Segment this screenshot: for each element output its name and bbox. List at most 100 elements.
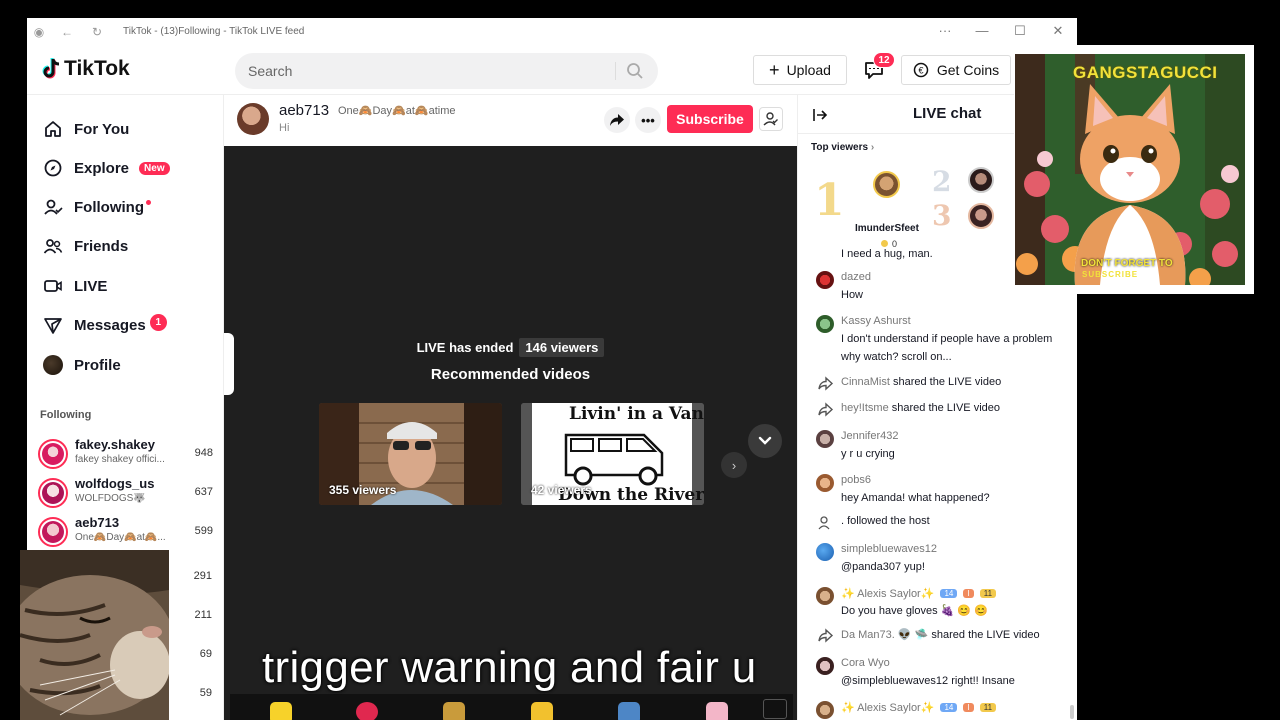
- back-icon[interactable]: ←: [60, 25, 74, 39]
- top-viewer-avatar[interactable]: [968, 167, 994, 193]
- inbox-badge: 12: [873, 52, 895, 68]
- message-author[interactable]: simplebluewaves12: [841, 543, 937, 555]
- scroll-down-button[interactable]: [748, 424, 782, 458]
- author-name: ✨ Alexis Saylor✨: [841, 702, 935, 714]
- subscribe-button[interactable]: Subscribe: [667, 105, 753, 133]
- message-author[interactable]: hey!Itsme: [841, 402, 889, 414]
- minimize-button[interactable]: —: [972, 23, 992, 39]
- overlay-sleeping-cat-photo: [20, 550, 169, 720]
- video-viewer-count: 355 viewers: [329, 483, 397, 497]
- app-icon: ◉: [33, 25, 45, 39]
- viewer-count: 599: [194, 525, 213, 537]
- avatar[interactable]: [816, 474, 834, 492]
- user-check-icon: [763, 112, 778, 126]
- host-avatar[interactable]: [237, 103, 269, 135]
- maximize-button[interactable]: ☐: [1010, 23, 1030, 39]
- sidebar-item-messages[interactable]: Messages 1: [42, 313, 167, 337]
- avatar[interactable]: [816, 543, 834, 561]
- search-input[interactable]: [235, 53, 605, 89]
- avatar[interactable]: [816, 430, 834, 448]
- friends-icon: [42, 235, 64, 257]
- avatar[interactable]: [816, 587, 834, 605]
- top-viewer-avatar[interactable]: [873, 171, 900, 198]
- account-subtitle: fakey shakey offici...: [75, 454, 165, 465]
- recommended-title: Recommended videos: [430, 366, 591, 383]
- recommended-video[interactable]: 355 viewers: [319, 403, 502, 505]
- coin-icon: €: [913, 62, 929, 78]
- sidebar-item-label: For You: [74, 120, 130, 138]
- avatar[interactable]: [816, 701, 834, 719]
- top-viewer-avatar[interactable]: [968, 203, 994, 229]
- video-caption: trigger warning and fair u: [262, 643, 757, 692]
- message-author[interactable]: CinnaMist: [841, 376, 890, 388]
- message-author[interactable]: Da Man73. 👽 🛸: [841, 629, 928, 641]
- user-follow-icon: [42, 196, 64, 218]
- gift-icon[interactable]: [618, 702, 640, 720]
- message-author[interactable]: Jennifer432: [841, 430, 899, 442]
- top-viewers-link[interactable]: Top viewers ›: [811, 142, 874, 153]
- sidebar-item-for-you[interactable]: For You: [42, 117, 129, 141]
- sidebar-item-profile[interactable]: Profile: [42, 353, 121, 377]
- share-button[interactable]: [604, 107, 630, 133]
- gift-rose-icon[interactable]: [356, 702, 378, 720]
- host-name[interactable]: aeb713: [279, 102, 329, 119]
- svg-text:€: €: [918, 66, 923, 76]
- viewer-count: 69: [199, 648, 212, 660]
- avatar[interactable]: [816, 657, 834, 675]
- account-subtitle: One🙈Day🙈at🙈...: [75, 532, 166, 543]
- share-icon: [818, 376, 834, 391]
- screen: ◉ ← ↻ TikTok - (13)Following - TikTok LI…: [0, 0, 1280, 720]
- sidebar-item-following[interactable]: Following: [42, 195, 151, 219]
- tiktok-note-icon: [42, 58, 60, 79]
- message-author[interactable]: Cora Wyo: [841, 657, 890, 669]
- next-arrow-button[interactable]: ›: [721, 452, 747, 478]
- message-author[interactable]: pobs6: [841, 474, 871, 486]
- gift-icon[interactable]: [706, 702, 728, 720]
- gift-more-button[interactable]: [763, 699, 787, 719]
- close-button[interactable]: ✕: [1048, 23, 1068, 39]
- avatar[interactable]: [816, 271, 834, 289]
- message-text: y r u crying: [841, 448, 895, 460]
- more-button[interactable]: •••: [635, 107, 661, 133]
- gift-icon[interactable]: [531, 702, 553, 720]
- message-author[interactable]: Kassy Ashurst: [841, 315, 911, 327]
- chevron-down-icon: [758, 436, 772, 445]
- notification-dot: [145, 199, 151, 205]
- sidebar-item-live[interactable]: LIVE: [42, 274, 107, 298]
- message-text: hey Amanda! what happened?: [841, 492, 990, 504]
- collapse-chat-icon[interactable]: [812, 107, 828, 123]
- tiktok-logo[interactable]: TikTok: [42, 57, 130, 81]
- avatar: [38, 478, 68, 508]
- sidebar-item-label: LIVE: [74, 277, 108, 295]
- viewer-count: 59: [199, 687, 212, 699]
- message-text: @simplebluewaves12 right!! Insane: [841, 675, 1015, 687]
- following-account[interactable]: fakey.shakey fakey shakey offici... 948: [38, 437, 213, 471]
- gift-icon[interactable]: [270, 702, 292, 720]
- chat-scrollbar[interactable]: [1070, 705, 1074, 719]
- logo-text: TikTok: [64, 57, 130, 80]
- system-text: hey!Itsme shared the LIVE video: [841, 402, 1000, 414]
- refresh-icon[interactable]: ↻: [90, 25, 104, 39]
- search-icon[interactable]: [626, 62, 644, 80]
- message-author[interactable]: ✨ Alexis Saylor✨ 14 I 11: [841, 587, 997, 600]
- follow-host-button[interactable]: [759, 107, 783, 131]
- message-author[interactable]: dazed: [841, 271, 871, 283]
- recommended-video[interactable]: Livin' in a Van Down the River 42 viewer…: [521, 403, 704, 505]
- following-account[interactable]: wolfdogs_us WOLFDOGS🐺 637: [38, 476, 213, 510]
- message-author[interactable]: ✨ Alexis Saylor✨ 14 I 11: [841, 701, 997, 714]
- sidebar-collapse-tab[interactable]: [224, 333, 234, 395]
- compass-icon: [42, 157, 64, 179]
- gift-icon[interactable]: [443, 702, 465, 720]
- message-author[interactable]: .: [841, 515, 844, 527]
- get-coins-button[interactable]: € Get Coins: [901, 55, 1011, 85]
- sidebar-item-explore[interactable]: Explore New: [42, 156, 170, 180]
- more-options-icon[interactable]: ···: [935, 23, 955, 39]
- avatar[interactable]: [816, 315, 834, 333]
- cat-photo: [20, 550, 169, 720]
- upload-button[interactable]: + Upload: [753, 55, 847, 85]
- live-player: LIVE has ended 146 viewers Recommended vi…: [224, 146, 797, 720]
- subscriber-badge: 11: [979, 703, 997, 712]
- search-bar[interactable]: [235, 53, 658, 89]
- following-account[interactable]: aeb713 One🙈Day🙈at🙈... 599: [38, 515, 213, 549]
- sidebar-item-friends[interactable]: Friends: [42, 234, 128, 258]
